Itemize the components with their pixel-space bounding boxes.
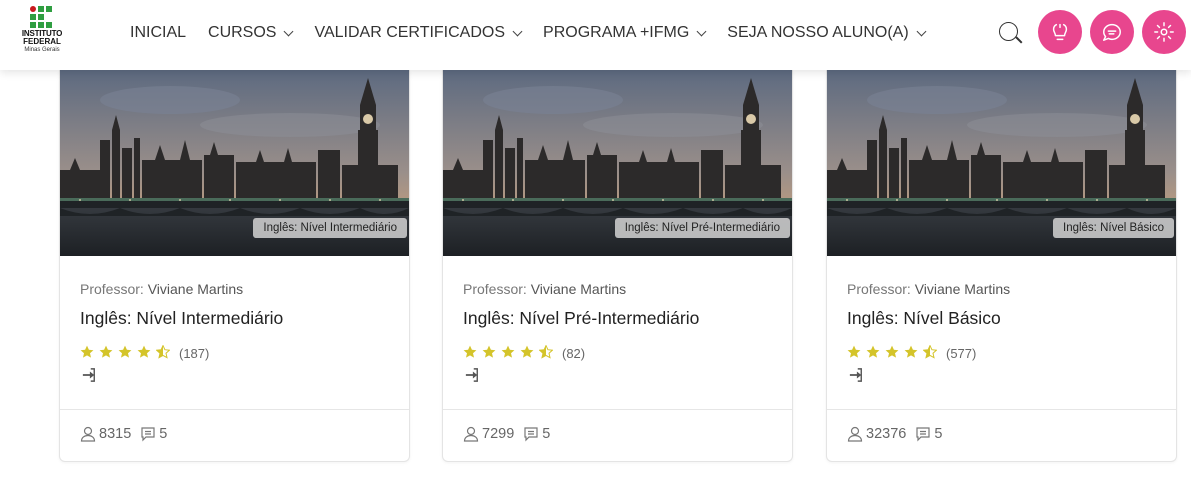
rating-stars (463, 344, 558, 362)
chevron-down-icon (696, 26, 707, 36)
course-thumbnail[interactable]: Inglês: Nível Pré-Intermediário (443, 70, 792, 256)
star-full-icon (482, 345, 496, 358)
course-rating: (577) (847, 344, 977, 362)
user-icon (847, 426, 863, 442)
nav-item-programa-ifmg[interactable]: PROGRAMA +IFMG (543, 24, 707, 42)
nav-item-label: VALIDAR CERTIFICADOS (314, 24, 506, 41)
user-icon (80, 426, 96, 442)
star-full-icon (885, 345, 899, 358)
nav-item-cursos[interactable]: CURSOS (208, 24, 294, 42)
enroll-icon[interactable] (849, 368, 863, 382)
card-divider (443, 409, 792, 410)
course-title[interactable]: Inglês: Nível Básico (847, 308, 1001, 329)
course-stats: 8315 5 (80, 426, 167, 442)
accessibility-icon (1052, 23, 1068, 41)
site-header: INSTITUTO FEDERAL Minas Gerais INICIAL C… (0, 0, 1191, 70)
star-half-icon (538, 344, 554, 359)
course-professor: Professor: Viviane Martins (463, 281, 627, 297)
enroll-icon[interactable] (82, 368, 96, 382)
nav-item-label: PROGRAMA +IFMG (543, 24, 690, 41)
card-divider (827, 409, 1176, 410)
students-count: 32376 (866, 426, 907, 442)
ifmg-logo[interactable]: INSTITUTO FEDERAL Minas Gerais (17, 6, 67, 62)
star-full-icon (904, 345, 918, 358)
students-count: 7299 (482, 426, 515, 442)
course-card[interactable]: Inglês: Nível Básico Professor: Viviane … (826, 70, 1177, 462)
nav-item-label: SEJA NOSSO ALUNO(A) (727, 24, 909, 41)
nav-item-inicial[interactable]: INICIAL (130, 24, 186, 42)
search-icon[interactable] (997, 20, 1023, 46)
course-thumbnail[interactable]: Inglês: Nível Intermediário (60, 70, 409, 256)
comment-icon (524, 427, 538, 442)
course-professor: Professor: Viviane Martins (847, 281, 1011, 297)
course-title[interactable]: Inglês: Nível Intermediário (80, 308, 283, 329)
nav-item-label: INICIAL (130, 24, 187, 41)
comments-count: 5 (159, 426, 168, 442)
comments-count: 5 (934, 426, 943, 442)
star-full-icon (501, 345, 515, 358)
chat-icon (1103, 23, 1121, 41)
settings-icon (1154, 22, 1174, 42)
star-full-icon (847, 345, 861, 358)
chevron-down-icon (284, 26, 294, 36)
professor-name[interactable]: Viviane Martins (531, 281, 626, 297)
professor-name[interactable]: Viviane Martins (915, 281, 1010, 297)
rating-count: (187) (179, 346, 210, 361)
accessibility-button[interactable] (1038, 10, 1082, 54)
logo-text-line3: Minas Gerais (24, 47, 60, 53)
comments-count: 5 (542, 426, 551, 442)
students-count: 8315 (99, 426, 132, 442)
course-professor: Professor: Viviane Martins (80, 281, 244, 297)
chat-button[interactable] (1090, 10, 1134, 54)
course-stats: 32376 5 (847, 426, 942, 442)
star-full-icon (463, 345, 477, 358)
rating-count: (577) (946, 346, 977, 361)
rating-count: (82) (562, 346, 586, 361)
nav-item-validar-certificados[interactable]: VALIDAR CERTIFICADOS (314, 24, 523, 42)
star-full-icon (866, 345, 880, 358)
logo-mark-icon (30, 6, 52, 28)
nav-item-label: CURSOS (208, 24, 277, 41)
nav-item-seja-nosso-aluno[interactable]: SEJA NOSSO ALUNO(A) (727, 24, 927, 42)
course-stats: 7299 5 (463, 426, 550, 442)
settings-button[interactable] (1142, 10, 1186, 54)
course-card[interactable]: Inglês: Nível Pré-Intermediário Professo… (442, 70, 793, 462)
comment-icon (141, 427, 155, 442)
star-full-icon (80, 345, 94, 358)
rating-stars (847, 344, 942, 362)
star-half-icon (155, 344, 171, 359)
card-divider (60, 409, 409, 410)
course-rating: (187) (80, 344, 210, 362)
logo-text-line2: FEDERAL (23, 37, 61, 46)
chevron-down-icon (512, 26, 523, 36)
course-card[interactable]: Inglês: Nível Intermediário Professor: V… (59, 70, 410, 462)
star-full-icon (137, 345, 151, 358)
main-nav: INICIAL CURSOS VALIDAR CERTIFICADOS PROG… (130, 22, 947, 44)
course-image-tag: Inglês: Nível Intermediário (253, 218, 407, 238)
course-thumbnail[interactable]: Inglês: Nível Básico (827, 70, 1176, 256)
chevron-down-icon (916, 26, 927, 36)
course-rating: (82) (463, 344, 586, 362)
course-image-tag: Inglês: Nível Pré-Intermediário (614, 218, 790, 238)
course-image-tag: Inglês: Nível Básico (1053, 218, 1174, 238)
user-icon (463, 426, 479, 442)
course-title[interactable]: Inglês: Nível Pré-Intermediário (463, 308, 699, 329)
enroll-icon[interactable] (465, 368, 479, 382)
star-half-icon (922, 344, 938, 359)
star-full-icon (99, 345, 113, 358)
star-full-icon (118, 345, 132, 358)
professor-name[interactable]: Viviane Martins (148, 281, 243, 297)
comment-icon (916, 427, 930, 442)
rating-stars (80, 344, 175, 362)
star-full-icon (520, 345, 534, 358)
